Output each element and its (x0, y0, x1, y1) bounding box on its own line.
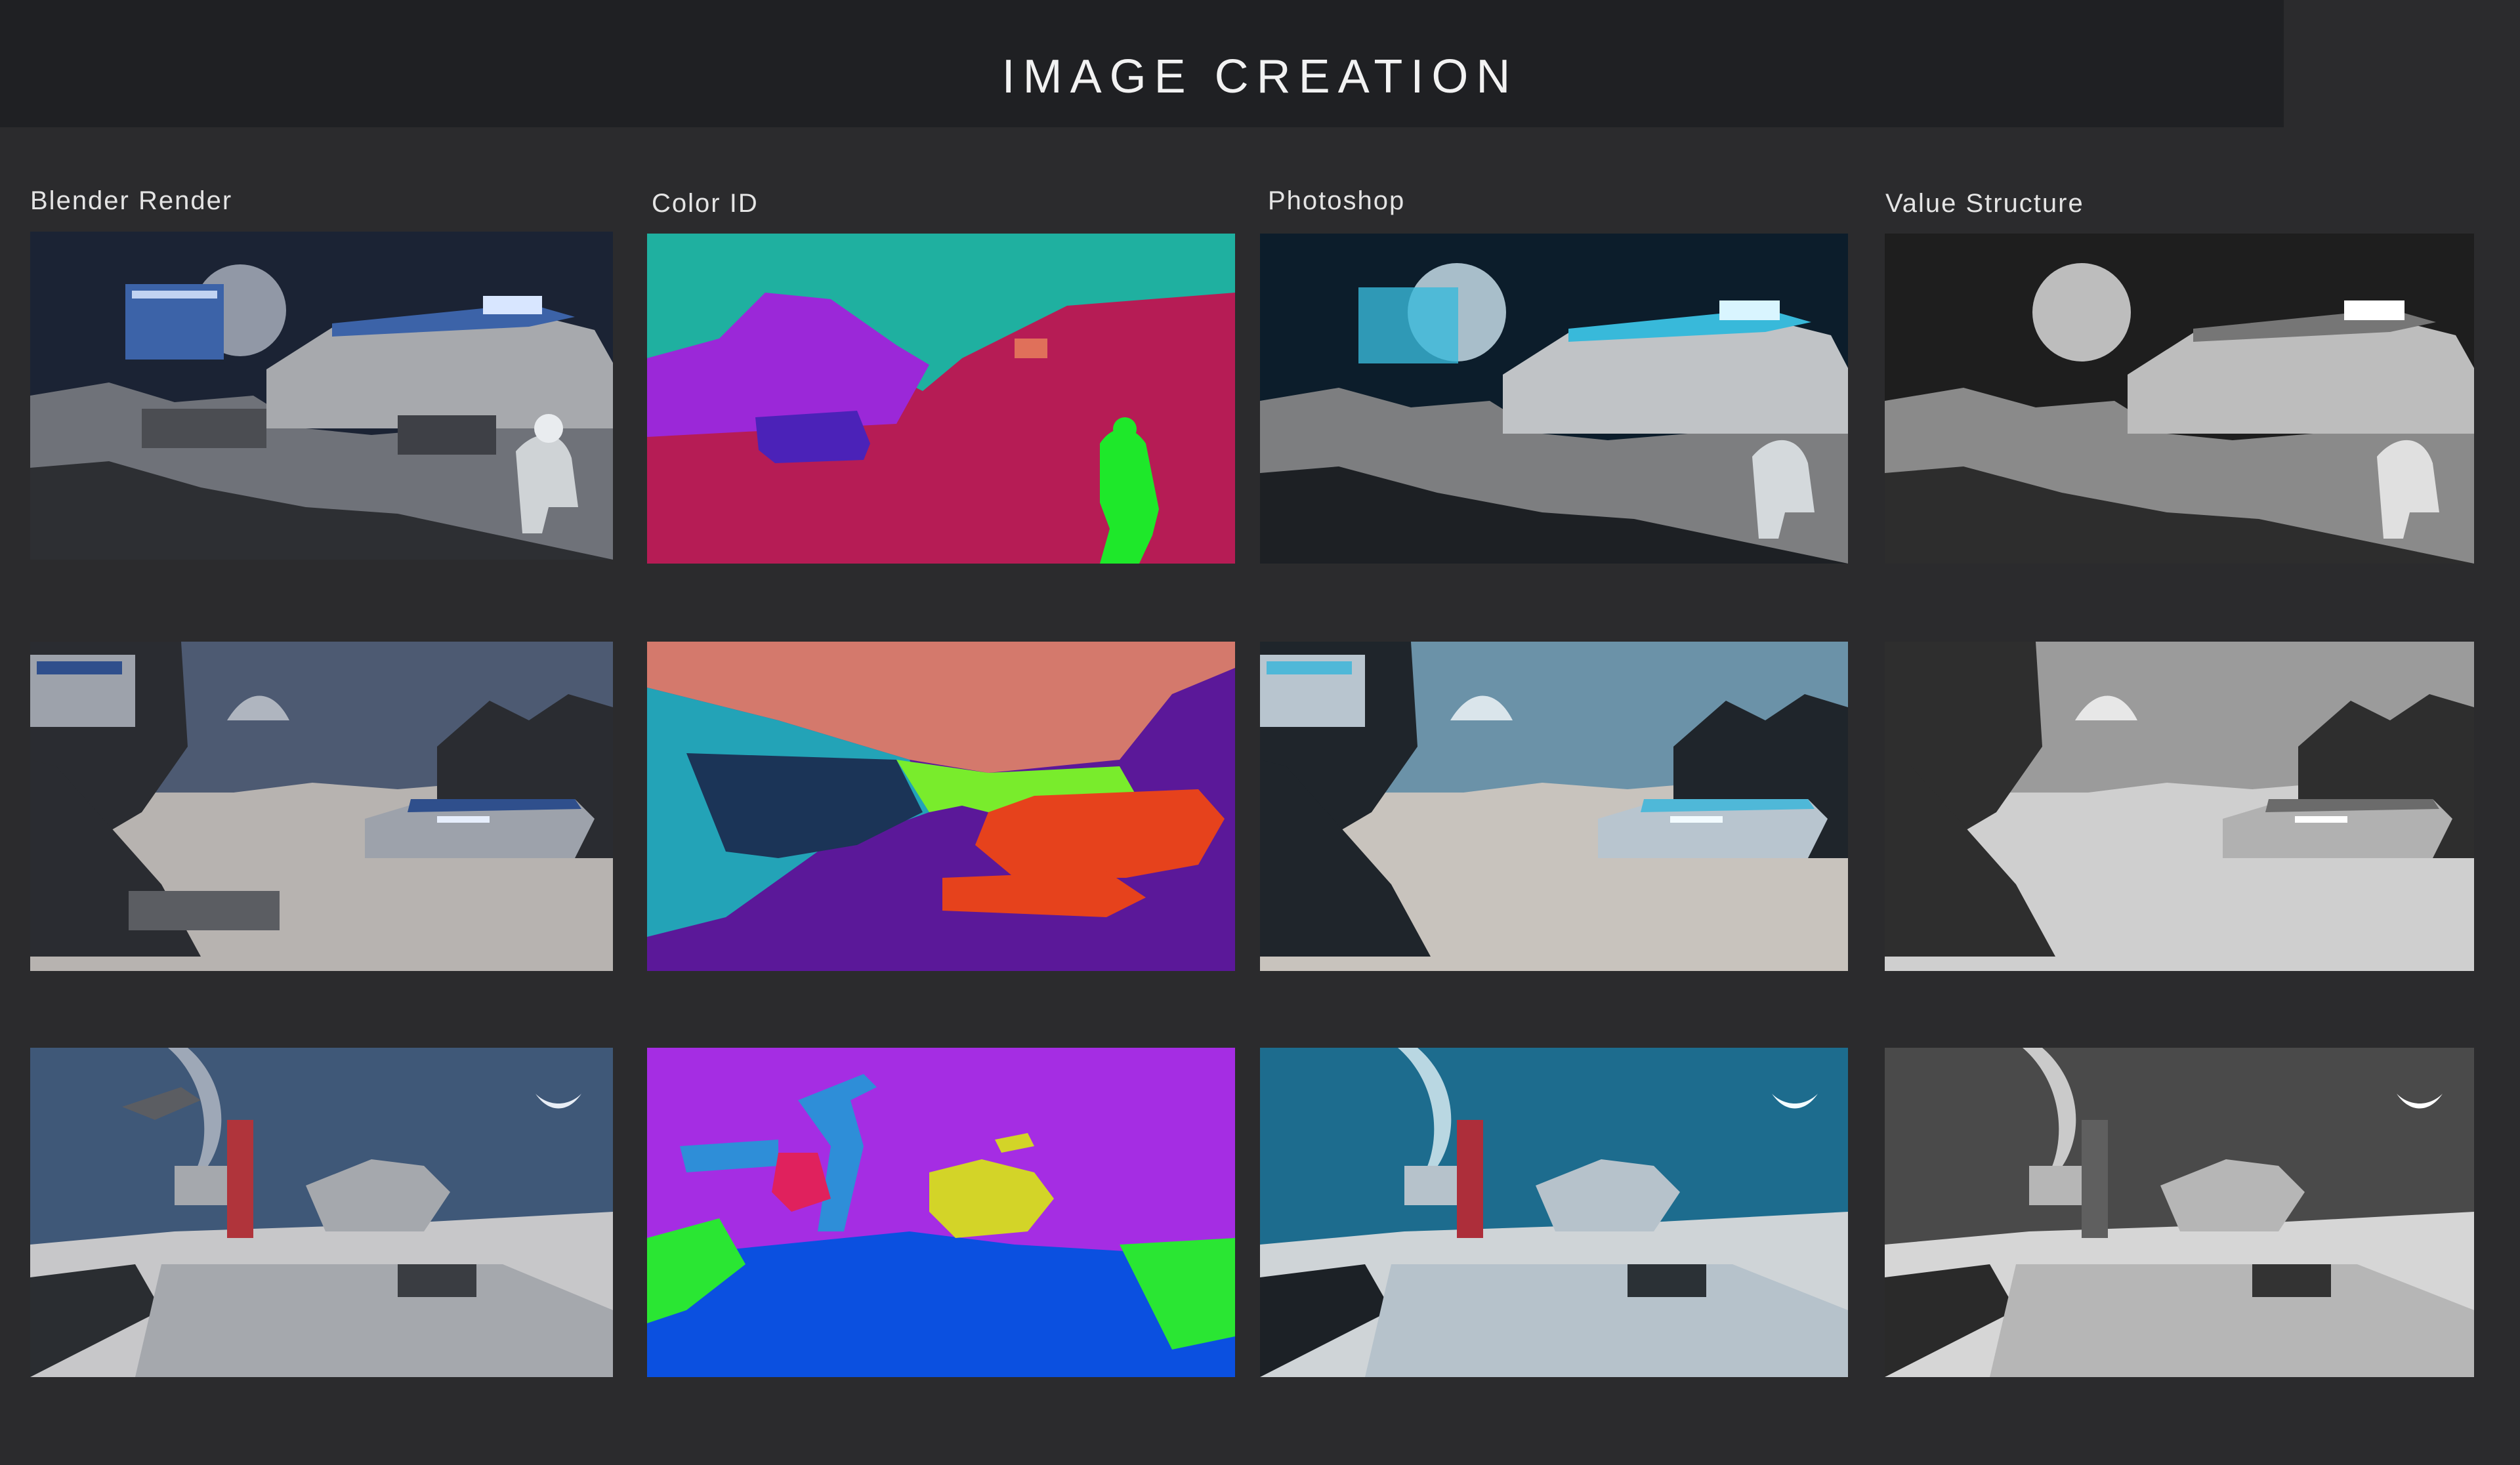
colorid-image-1 (647, 234, 1235, 564)
render-image-2 (30, 642, 613, 971)
column-label-photoshop: Photoshop (1268, 186, 1406, 215)
panel-r1-value-structure (1885, 234, 2474, 564)
photoshop-image-1 (1260, 234, 1848, 564)
column-label-value-structure: Value Structure (1885, 189, 2084, 218)
panel-r1-photoshop (1260, 234, 1848, 564)
panel-r2-value-structure (1885, 642, 2474, 971)
colorid-image-3 (647, 1048, 1235, 1377)
panel-r2-blender-render (30, 642, 613, 971)
render-image-1 (30, 232, 613, 560)
panel-r1-blender-render (30, 232, 613, 560)
panel-r2-color-id (647, 642, 1235, 971)
render-image-3 (30, 1048, 613, 1377)
panel-r2-photoshop (1260, 642, 1848, 971)
photoshop-image-2 (1260, 642, 1848, 971)
photoshop-image-3 (1260, 1048, 1848, 1377)
page-title: IMAGE CREATION (1001, 51, 1519, 103)
value-image-2 (1885, 642, 2474, 971)
value-image-3 (1885, 1048, 2474, 1377)
column-label-color-id: Color ID (652, 189, 759, 218)
panel-r3-value-structure (1885, 1048, 2474, 1377)
value-image-1 (1885, 234, 2474, 564)
column-label-blender-render: Blender Render (30, 186, 233, 215)
panel-r3-blender-render (30, 1048, 613, 1377)
panel-r3-color-id (647, 1048, 1235, 1377)
panel-r1-color-id (647, 234, 1235, 564)
colorid-image-2 (647, 642, 1235, 971)
panel-r3-photoshop (1260, 1048, 1848, 1377)
